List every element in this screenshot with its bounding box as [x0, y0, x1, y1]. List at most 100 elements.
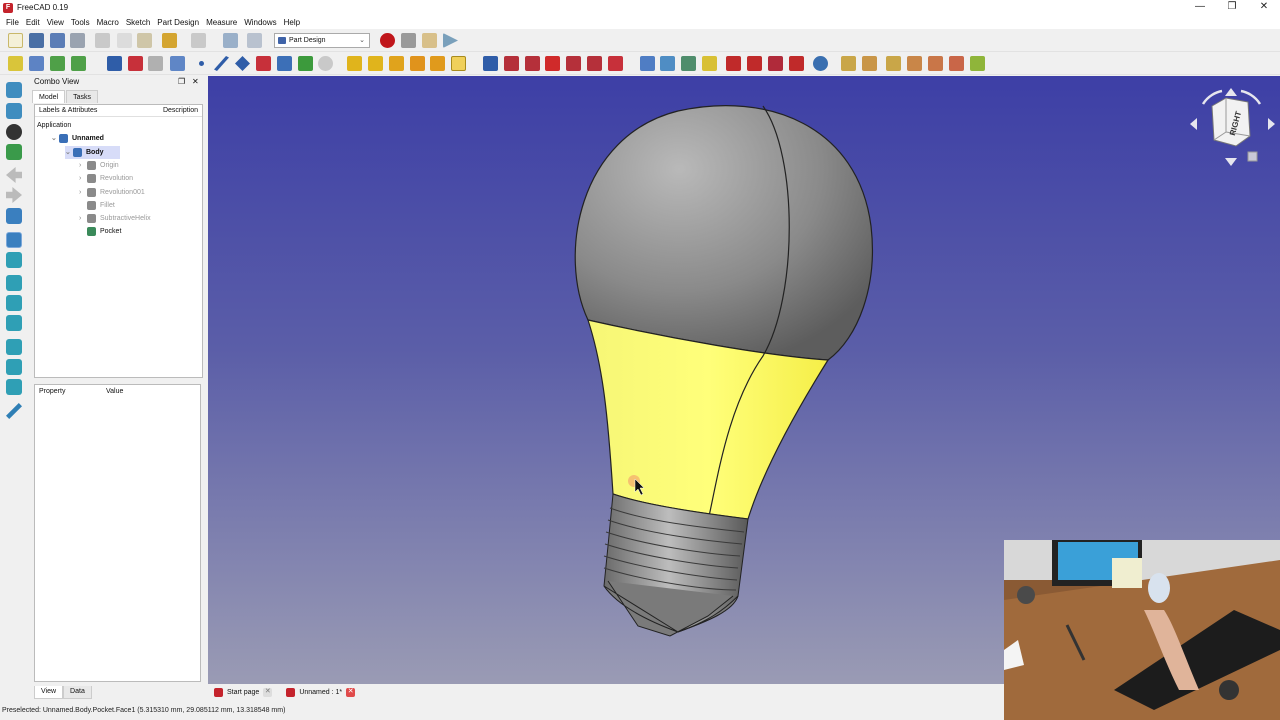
- bulb-globe[interactable]: [574, 105, 873, 361]
- groove-icon[interactable]: [525, 56, 540, 71]
- link-icon[interactable]: [50, 56, 65, 71]
- menu-help[interactable]: Help: [281, 18, 303, 27]
- measure-angular-icon[interactable]: [862, 56, 877, 71]
- isometric-view-icon[interactable]: [6, 252, 22, 268]
- clone-icon[interactable]: [318, 56, 333, 71]
- copy-icon[interactable]: [117, 33, 132, 48]
- revolution-icon[interactable]: [368, 56, 383, 71]
- local-cs-icon[interactable]: [256, 56, 271, 71]
- menu-measure[interactable]: Measure: [203, 18, 240, 27]
- measure-3d-icon[interactable]: [949, 56, 964, 71]
- tab-model[interactable]: Model: [32, 90, 66, 103]
- datum-plane-icon[interactable]: [235, 56, 250, 71]
- menu-edit[interactable]: Edit: [23, 18, 43, 27]
- tab-start-page[interactable]: Start page ✕: [214, 687, 273, 697]
- close-window-button[interactable]: ✕: [1248, 0, 1280, 15]
- additive-primitive-icon[interactable]: [451, 56, 466, 71]
- close-tab-icon[interactable]: ✕: [263, 687, 273, 697]
- navigation-cube[interactable]: RIGHT: [1190, 88, 1275, 166]
- description-column-header[interactable]: Description: [163, 105, 198, 116]
- front-view-icon[interactable]: [6, 275, 22, 291]
- rear-view-icon[interactable]: [6, 339, 22, 355]
- multi-transform-icon[interactable]: [702, 56, 717, 71]
- nav-arrow-right-icon[interactable]: [1268, 118, 1275, 130]
- tree-item-body[interactable]: ⌄ Body: [65, 145, 120, 159]
- pad-icon[interactable]: [347, 56, 362, 71]
- fit-selection-icon[interactable]: [6, 103, 22, 119]
- measure-delta-icon[interactable]: [970, 56, 985, 71]
- tab-tasks[interactable]: Tasks: [66, 90, 98, 103]
- sync-view-icon[interactable]: [6, 208, 22, 224]
- std-views-icon[interactable]: [6, 232, 22, 248]
- forward-arrow-icon[interactable]: [6, 187, 22, 203]
- maximize-button[interactable]: ❐: [1216, 0, 1248, 15]
- fit-all-icon[interactable]: [6, 82, 22, 98]
- tab-data[interactable]: Data: [63, 686, 92, 699]
- nav-arrow-up-icon[interactable]: [1225, 88, 1237, 96]
- menu-view[interactable]: View: [44, 18, 67, 27]
- bounding-box-icon[interactable]: [6, 144, 22, 160]
- new-file-icon[interactable]: [8, 33, 23, 48]
- stop-macro-icon[interactable]: [401, 33, 416, 48]
- tree-item-fillet[interactable]: Fillet: [79, 199, 115, 212]
- tree-item-revolution[interactable]: › Revolution: [79, 172, 133, 185]
- tree-item-application[interactable]: Application: [37, 119, 71, 132]
- left-view-icon[interactable]: [6, 379, 22, 395]
- tree-item-pocket[interactable]: Pocket: [79, 225, 121, 238]
- subtractive-helix-icon[interactable]: [587, 56, 602, 71]
- draft-icon[interactable]: [768, 56, 783, 71]
- whats-this-icon[interactable]: [247, 33, 262, 48]
- workbench-selector[interactable]: Part Design ⌄: [274, 33, 370, 48]
- nav-cube-menu-icon[interactable]: [1247, 151, 1258, 162]
- minimize-button[interactable]: —: [1184, 0, 1216, 15]
- record-macro-icon[interactable]: [380, 33, 395, 48]
- part-icon[interactable]: [8, 56, 23, 71]
- thickness-icon[interactable]: [789, 56, 804, 71]
- nav-arrow-down-icon[interactable]: [1225, 158, 1237, 166]
- draw-style-icon[interactable]: [6, 124, 22, 140]
- fillet-icon[interactable]: [726, 56, 741, 71]
- close-panel-icon[interactable]: ✕: [192, 76, 199, 88]
- create-sketch-icon[interactable]: [128, 56, 143, 71]
- subtractive-primitive-icon[interactable]: [608, 56, 623, 71]
- refresh-icon[interactable]: [223, 33, 238, 48]
- undo-icon[interactable]: [162, 33, 177, 48]
- collapsed-arrow-icon[interactable]: ›: [79, 159, 87, 172]
- close-tab-icon[interactable]: ✕: [346, 687, 356, 697]
- tree-item-revolution001[interactable]: › Revolution001: [79, 186, 145, 199]
- measure-refresh-icon[interactable]: [886, 56, 901, 71]
- menu-tools[interactable]: Tools: [68, 18, 93, 27]
- pocket-icon[interactable]: [483, 56, 498, 71]
- menu-windows[interactable]: Windows: [241, 18, 279, 27]
- menu-sketch[interactable]: Sketch: [123, 18, 153, 27]
- group-icon[interactable]: [29, 56, 44, 71]
- bottom-view-icon[interactable]: [6, 359, 22, 375]
- boolean-icon[interactable]: [813, 56, 828, 71]
- create-body-icon[interactable]: [107, 56, 122, 71]
- polar-pattern-icon[interactable]: [681, 56, 696, 71]
- chamfer-icon[interactable]: [747, 56, 762, 71]
- right-view-icon[interactable]: [6, 315, 22, 331]
- tab-view[interactable]: View: [34, 686, 64, 699]
- additive-pipe-icon[interactable]: [410, 56, 425, 71]
- linear-pattern-icon[interactable]: [660, 56, 675, 71]
- nav-arrow-left-icon[interactable]: [1190, 118, 1197, 130]
- paste-icon[interactable]: [137, 33, 152, 48]
- mirrored-icon[interactable]: [640, 56, 655, 71]
- tree-item-origin[interactable]: › Origin: [79, 159, 119, 172]
- expanded-arrow-icon[interactable]: ⌄: [65, 146, 73, 159]
- top-view-icon[interactable]: [6, 295, 22, 311]
- float-panel-icon[interactable]: ❐: [178, 76, 185, 88]
- macros-icon[interactable]: [422, 33, 437, 48]
- subshape-binder-icon[interactable]: [298, 56, 313, 71]
- menu-part-design[interactable]: Part Design: [154, 18, 202, 27]
- cut-icon[interactable]: [95, 33, 110, 48]
- measure-distance-icon[interactable]: [6, 403, 22, 419]
- back-arrow-icon[interactable]: [6, 167, 22, 183]
- redo-icon[interactable]: [191, 33, 206, 48]
- subtractive-loft-icon[interactable]: [545, 56, 560, 71]
- collapsed-arrow-icon[interactable]: ›: [79, 186, 87, 199]
- execute-macro-icon[interactable]: [443, 33, 458, 48]
- measure-toggle-icon[interactable]: [928, 56, 943, 71]
- link-actions-icon[interactable]: [71, 56, 86, 71]
